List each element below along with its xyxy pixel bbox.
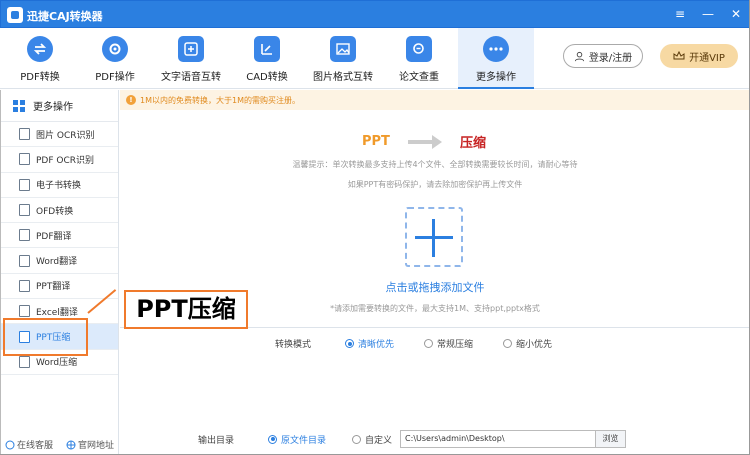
- tool-label: PDF操作: [95, 72, 135, 83]
- minimize-icon[interactable]: —: [701, 7, 715, 21]
- tip-line-1: 温馨提示：单次转换最多支持上传4个文件、全部转换需要较长时间，请耐心等待: [292, 160, 578, 169]
- radio-icon: [424, 339, 434, 348]
- radio-icon: [268, 434, 277, 444]
- callout-label: PPT压缩: [124, 290, 248, 329]
- word-compress-icon: [19, 355, 30, 368]
- mode-option-clarity[interactable]: 清晰优先: [345, 337, 394, 350]
- mode-option-normal[interactable]: 常规压缩: [424, 337, 473, 350]
- output-option-original[interactable]: 原文件目录: [268, 433, 326, 446]
- sidebar-item-pdf-translate[interactable]: PDF翻译: [1, 223, 118, 249]
- mode-option-shrink[interactable]: 缩小优先: [503, 337, 552, 350]
- online-service-label: 在线客服: [17, 441, 54, 451]
- close-icon[interactable]: ✕: [729, 7, 743, 21]
- excel-translate-icon: [19, 305, 30, 318]
- sidebar-item-label: Word翻译: [36, 257, 78, 268]
- tool-label: 图片格式互转: [313, 72, 373, 83]
- radio-icon: [345, 339, 354, 348]
- app-title: 迅捷CAJ转换器: [27, 10, 103, 23]
- tip-line-2: 如果PPT有密码保护，请去除加密保护再上传文件: [347, 180, 523, 189]
- tool-label: PDF转换: [20, 72, 60, 83]
- target-action: 压缩: [459, 136, 486, 151]
- sidebar-item-label: PDF翻译: [36, 231, 72, 242]
- sidebar-item-label: Word压缩: [36, 358, 78, 369]
- tool-label: 更多操作: [476, 72, 516, 83]
- sidebar-item-label: OFD转换: [36, 206, 74, 217]
- source-format: PPT: [362, 134, 390, 149]
- sidebar-item-label: PDF OCR识别: [36, 155, 95, 166]
- menu-icon[interactable]: ≡: [673, 7, 687, 21]
- vip-button[interactable]: 开通VIP: [660, 44, 738, 68]
- output-directory-row: 输出目录 原文件目录 自定义 C:\Users\admin\Desktop\ 浏…: [198, 430, 627, 448]
- tool-paper-check[interactable]: 论文查重: [386, 28, 452, 89]
- radio-icon: [352, 434, 362, 444]
- sidebar-item-word-translate[interactable]: Word翻译: [1, 248, 118, 274]
- output-option-custom[interactable]: 自定义: [352, 433, 392, 446]
- sidebar-item-pdf-ocr[interactable]: PDF OCR识别: [1, 147, 118, 173]
- ofd-icon: [19, 204, 30, 217]
- app-logo: [7, 7, 23, 23]
- tool-pdf-operate[interactable]: PDF操作: [82, 28, 148, 89]
- output-path-field[interactable]: C:\Users\admin\Desktop\: [400, 430, 597, 448]
- mode-label: 转换模式: [275, 340, 312, 350]
- radio-icon: [503, 339, 513, 348]
- sidebar-item-ofd[interactable]: OFD转换: [1, 198, 118, 224]
- tool-label: 文字语音互转: [161, 72, 221, 83]
- notice-bar: ! 1M以内的免费转换，大于1M的需购买注册。: [120, 90, 750, 110]
- sidebar-item-label: 电子书转换: [36, 181, 82, 192]
- ppt-translate-icon: [19, 279, 30, 292]
- gear-icon: [102, 36, 128, 62]
- online-service-link[interactable]: 在线客服: [5, 438, 53, 451]
- crown-icon: [673, 51, 685, 60]
- title-bar: 迅捷CAJ转换器 ≡ — ✕: [0, 0, 750, 28]
- login-button[interactable]: 登录/注册: [563, 44, 643, 68]
- file-drop-zone[interactable]: [405, 207, 463, 267]
- text-speech-icon: [178, 36, 204, 62]
- sidebar-item-label: PPT翻译: [36, 282, 71, 293]
- sidebar-header: 更多操作: [1, 90, 118, 122]
- tool-label: CAD转换: [246, 72, 288, 83]
- arrow-right-icon: [407, 134, 442, 149]
- cad-icon: [254, 36, 280, 62]
- globe-icon: [66, 440, 76, 449]
- sidebar-item-image-ocr[interactable]: 图片 OCR识别: [1, 122, 118, 148]
- image-ocr-icon: [19, 128, 30, 141]
- grid-icon: [13, 99, 25, 112]
- sidebar-item-ebook[interactable]: 电子书转换: [1, 173, 118, 198]
- highlight-box: [3, 318, 88, 356]
- sidebar-header-label: 更多操作: [33, 102, 73, 113]
- tool-more-actions[interactable]: 更多操作: [458, 28, 534, 89]
- tool-cad-convert[interactable]: CAD转换: [234, 28, 300, 89]
- headset-icon: [5, 440, 15, 449]
- conversion-header: PPT 压缩: [362, 132, 486, 151]
- sidebar: 更多操作 图片 OCR识别 PDF OCR识别 电子书转换 OFD转换 PDF翻…: [0, 90, 119, 455]
- sidebar-item-label: Excel翻译: [36, 307, 78, 318]
- output-label: 输出目录: [198, 435, 235, 446]
- pdf-ocr-icon: [19, 153, 30, 166]
- tool-pdf-convert[interactable]: PDF转换: [6, 28, 74, 89]
- word-translate-icon: [19, 254, 30, 267]
- conversion-mode-row: 转换模式 清晰优先 常规压缩 缩小优先: [275, 337, 582, 350]
- browse-button[interactable]: 浏览: [596, 430, 627, 448]
- pdf-translate-icon: [19, 229, 30, 242]
- tool-image-convert[interactable]: 图片格式互转: [310, 28, 376, 89]
- sidebar-item-label: 图片 OCR识别: [36, 130, 95, 141]
- tool-label: 论文查重: [399, 72, 439, 83]
- official-site-label: 官网地址: [77, 441, 114, 451]
- login-label: 登录/注册: [588, 52, 633, 64]
- sidebar-item-ppt-translate[interactable]: PPT翻译: [1, 274, 118, 300]
- pdf-convert-icon: [27, 36, 53, 62]
- official-site-link[interactable]: 官网地址: [66, 438, 114, 451]
- warning-icon: !: [126, 95, 136, 105]
- tool-text-speech[interactable]: 文字语音互转: [158, 28, 224, 89]
- vip-label: 开通VIP: [689, 52, 725, 64]
- ebook-icon: [19, 178, 30, 191]
- image-icon: [330, 36, 356, 62]
- more-icon: [483, 36, 509, 62]
- paper-check-icon: [406, 36, 432, 62]
- user-icon: [574, 51, 584, 61]
- notice-text: 1M以内的免费转换，大于1M的需购买注册。: [140, 95, 300, 105]
